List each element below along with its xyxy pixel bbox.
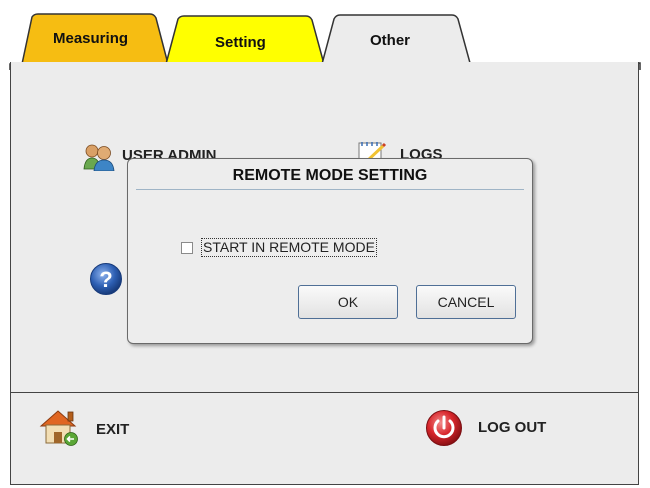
remote-mode-checkbox[interactable] [181,242,193,254]
ok-button[interactable]: OK [298,285,398,319]
remote-mode-checkbox-label[interactable]: START IN REMOTE MODE [201,238,377,257]
exit-label[interactable]: EXIT [96,421,129,438]
help-icon[interactable]: ? [89,262,123,296]
home-exit-icon [39,410,78,446]
users-icon [83,144,115,171]
dialog-divider [136,189,524,190]
dialog-title: REMOTE MODE SETTING [232,167,428,184]
tab-measuring[interactable]: Measuring [53,30,128,47]
remote-mode-dialog: REMOTE MODE SETTING START IN REMOTE MODE… [127,158,533,344]
tab-other[interactable]: Other [370,32,410,49]
power-icon [426,410,462,446]
cancel-button[interactable]: CANCEL [416,285,516,319]
footer-panel [10,392,639,485]
svg-text:?: ? [99,267,112,292]
logout-label[interactable]: LOG OUT [478,419,546,436]
tab-setting[interactable]: Setting [215,34,266,51]
